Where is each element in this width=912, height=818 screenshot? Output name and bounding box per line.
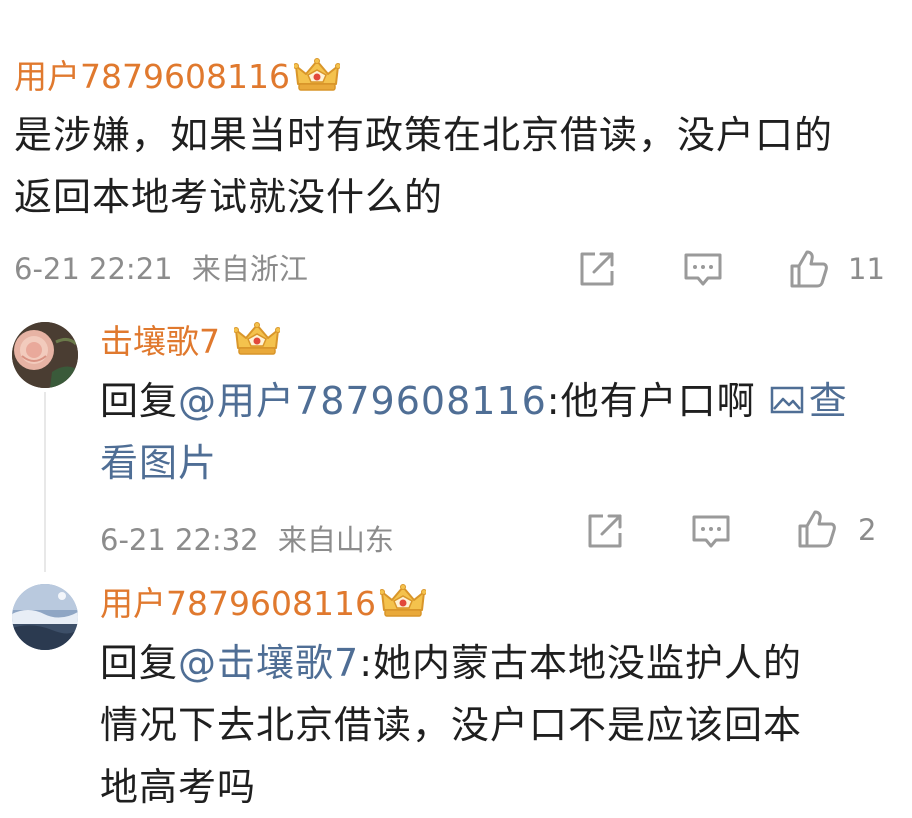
comment-text-line: 情况下去北京借读，没户口不是应该回本 (100, 703, 803, 747)
comment-3: 用户7879608116 回复@击壤歌7:她内蒙古本地没监护人的 情况下去北京借… (0, 580, 912, 809)
comment-1: 用户7879608116 是涉嫌，如果当时有政策在北京借读，没户口的 返回本地考… (0, 0, 912, 300)
comment-text-line: 地高考吗 (100, 765, 257, 809)
comment-text: 回复@击壤歌7:她内蒙古本地没监护人的 情况下去北京借读，没户口不是应该回本 地… (100, 632, 890, 818)
like-count: 2 (858, 513, 877, 547)
location: 来自山东 (277, 523, 394, 557)
reply-text: :她内蒙古本地没监护人的 (359, 641, 803, 685)
comment-text: 是涉嫌，如果当时有政策在北京借读，没户口的 返回本地考试就没什么的 (14, 104, 904, 228)
like-count: 11 (848, 252, 885, 286)
mention-link[interactable]: @击壤歌7 (178, 641, 359, 685)
crown-badge-icon[interactable] (234, 322, 280, 358)
comment-username[interactable]: 击壤歌7 (100, 322, 220, 362)
share-icon[interactable] (574, 246, 620, 292)
like-icon[interactable] (786, 246, 832, 292)
comment-username[interactable]: 用户7879608116 (14, 57, 290, 97)
timestamp: 6-21 22:21 (14, 252, 173, 286)
crown-badge-icon[interactable] (380, 584, 426, 620)
reply-prefix: 回复 (100, 641, 179, 685)
comment-icon[interactable] (680, 246, 726, 292)
like-icon[interactable] (794, 506, 840, 552)
comment-meta: 6-21 22:21 来自浙江 (14, 251, 308, 287)
reply-text: :他有户口啊 (546, 379, 769, 423)
share-icon[interactable] (582, 508, 628, 554)
comment-username[interactable]: 用户7879608116 (100, 584, 376, 624)
comment-text: 回复@用户7879608116:他有户口啊 查看图片 (100, 370, 870, 494)
comment-meta: 6-21 22:32 来自山东 (100, 522, 394, 558)
timestamp: 6-21 22:32 (100, 523, 259, 557)
comment-text-line: 是涉嫌，如果当时有政策在北京借读，没户口的 (14, 113, 834, 157)
mention-link[interactable]: @用户7879608116 (178, 379, 547, 423)
comment-text-line: 回复@击壤歌7:她内蒙古本地没监护人的 (100, 632, 890, 694)
comment-2: 击壤歌7 回复@用户7879608116:他有户口啊 查看图片 6-21 22:… (0, 300, 912, 580)
crown-badge-icon[interactable] (294, 58, 340, 94)
comment-text-line: 返回本地考试就没什么的 (14, 175, 444, 219)
reply-prefix: 回复 (100, 379, 179, 423)
location: 来自浙江 (191, 252, 308, 286)
comment-icon[interactable] (688, 508, 734, 554)
image-icon (770, 386, 803, 414)
